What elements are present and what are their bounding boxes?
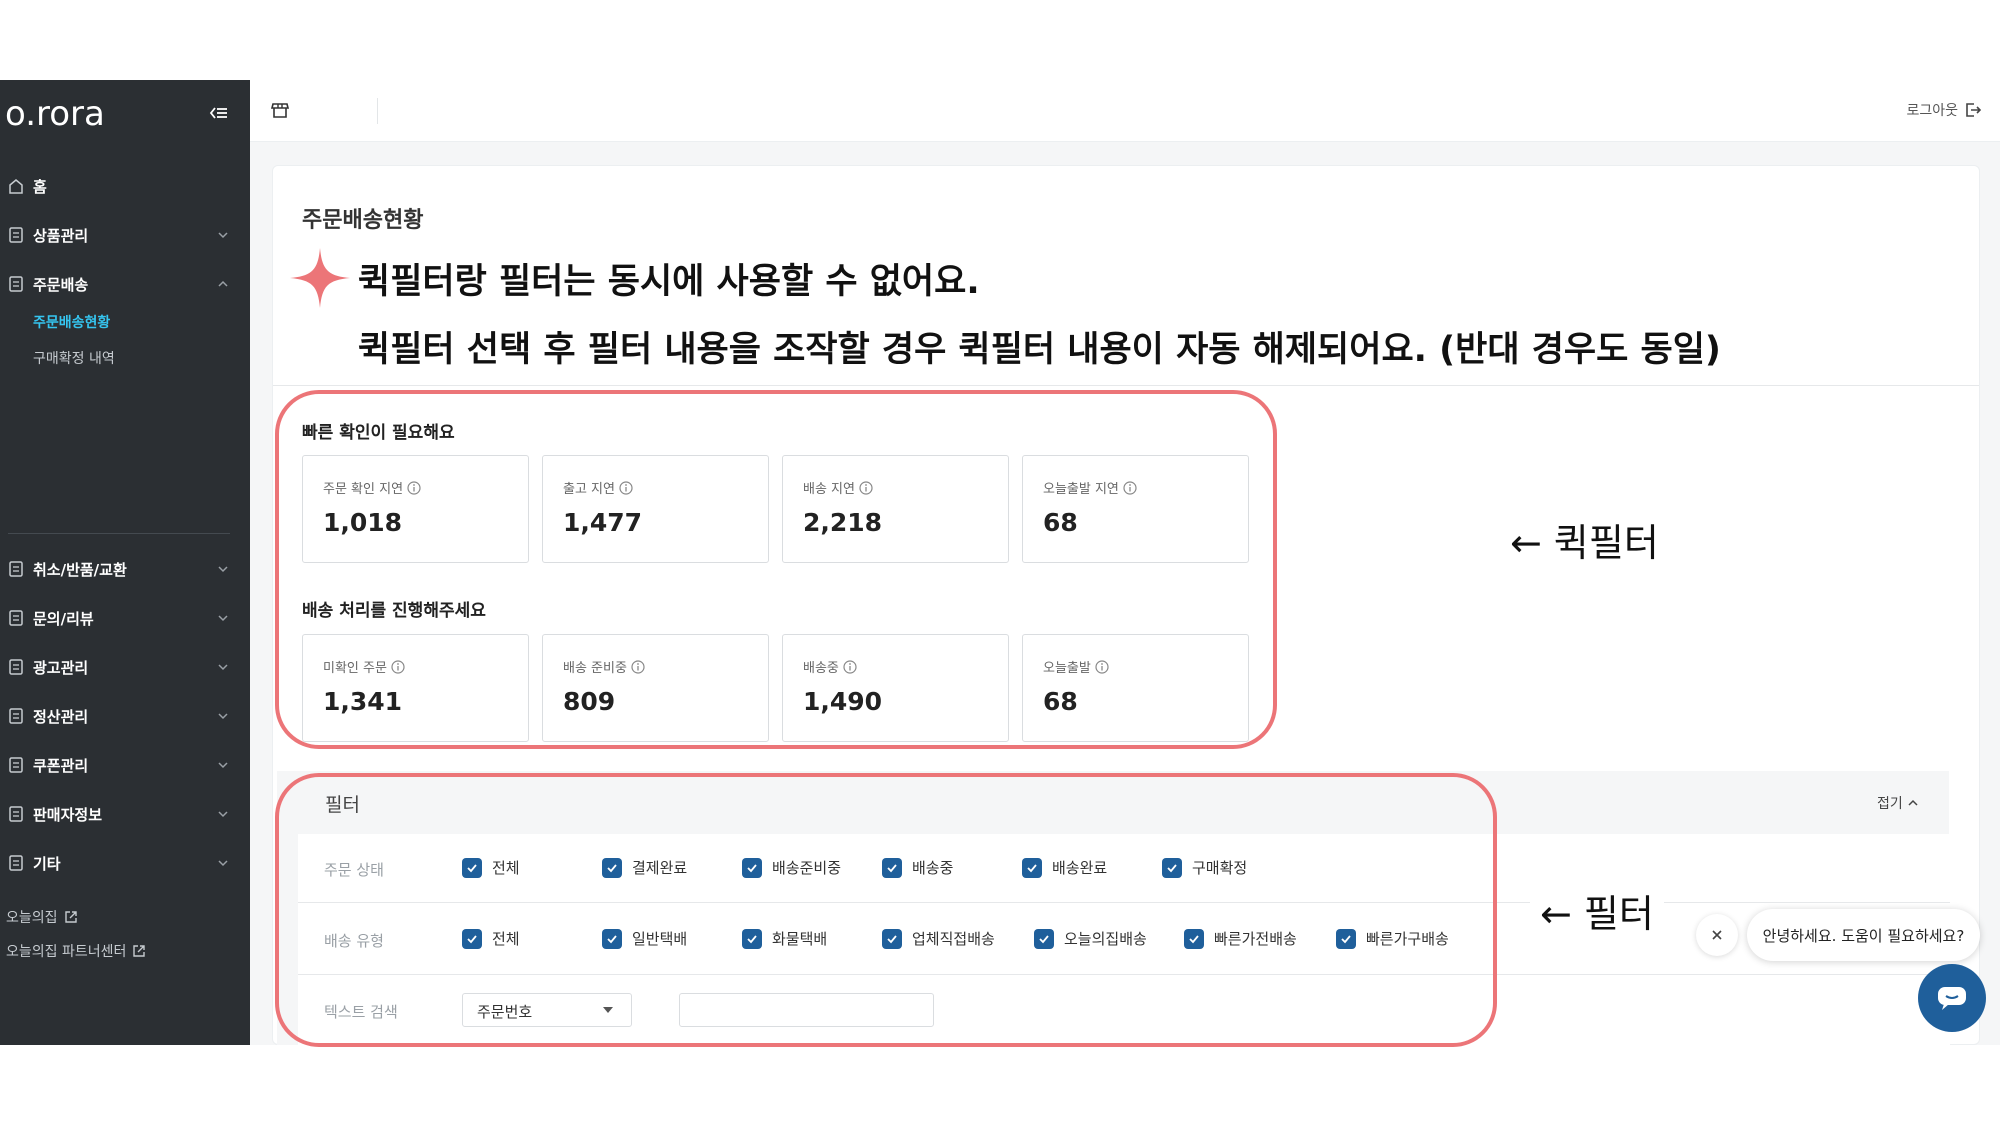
link-label: 오늘의집 (6, 910, 58, 926)
chevron-down-icon (218, 566, 228, 573)
chevron-down-icon (218, 860, 228, 867)
screen: o.rora 홈 상품관리 주문배송 주문배송현황 구매확정 내역 취소/반품/… (0, 0, 2000, 1125)
chat-icon (1938, 987, 1966, 1010)
notice-line-1: 퀵필터랑 필터는 동시에 사용할 수 없어요. (358, 262, 980, 302)
chat-greeting[interactable]: 안녕하세요. 도움이 필요하세요? (1747, 909, 1980, 961)
chat-close-button[interactable] (1696, 914, 1738, 956)
quick-filter-highlight (275, 390, 1277, 749)
sidebar-item-label: 기타 (33, 854, 61, 873)
chevron-down-icon (218, 762, 228, 769)
topbar-divider (377, 98, 378, 124)
logout-icon (1966, 103, 1982, 117)
sidebar-item-label: 판매자정보 (33, 805, 103, 824)
document-icon (9, 610, 23, 626)
sparkle-icon (290, 248, 350, 308)
chevron-down-icon (218, 713, 228, 720)
sidebar-item-etc[interactable]: 기타 (0, 846, 250, 880)
sidebar-subitem-purchase-confirmed[interactable]: 구매확정 내역 (33, 348, 115, 368)
sidebar: o.rora 홈 상품관리 주문배송 주문배송현황 구매확정 내역 취소/반품/… (0, 80, 250, 1045)
sidebar-item-label: 쿠폰관리 (33, 756, 89, 775)
chat-button[interactable] (1918, 964, 1986, 1032)
external-link-icon (64, 911, 77, 923)
chevron-up-icon (218, 280, 228, 287)
logo[interactable]: o.rora (5, 94, 105, 134)
fold-label: 접기 (1877, 796, 1903, 812)
document-icon (9, 757, 23, 773)
chevron-up-icon (1908, 799, 1918, 806)
document-icon (9, 561, 23, 577)
sidebar-item-orders[interactable]: 주문배송 (0, 267, 250, 301)
external-link-icon (133, 945, 146, 957)
sidebar-item-label: 정산관리 (33, 707, 89, 726)
sidebar-item-label: 취소/반품/교환 (33, 560, 127, 579)
chevron-down-icon (218, 664, 228, 671)
document-icon (9, 855, 23, 871)
sidebar-item-coupons[interactable]: 쿠폰관리 (0, 748, 250, 782)
chevron-down-icon (218, 615, 228, 622)
sidebar-item-label: 홈 (33, 177, 47, 196)
sidebar-item-inquiry-review[interactable]: 문의/리뷰 (0, 601, 250, 635)
page-title: 주문배송현황 (302, 208, 424, 233)
document-icon (9, 806, 23, 822)
close-icon (1712, 930, 1722, 940)
chevron-down-icon (218, 232, 228, 239)
quick-filter-annotation: ← 퀵필터 (1500, 508, 1669, 571)
sidebar-item-cancel-return[interactable]: 취소/반품/교환 (0, 552, 250, 586)
logout-button[interactable]: 로그아웃 (1906, 100, 1982, 120)
document-icon (9, 708, 23, 724)
logout-label: 로그아웃 (1906, 103, 1958, 119)
sidebar-subitem-order-status[interactable]: 주문배송현황 (33, 312, 110, 332)
sidebar-divider (8, 533, 230, 534)
fold-button[interactable]: 접기 (1877, 793, 1919, 813)
sidebar-item-home[interactable]: 홈 (0, 169, 250, 203)
collapse-sidebar-icon[interactable] (208, 102, 230, 124)
section-divider (273, 385, 1979, 386)
filter-annotation: ← 필터 (1530, 879, 1664, 942)
notice-line-2: 퀵필터 선택 후 필터 내용을 조작할 경우 퀵필터 내용이 자동 해제되어요.… (358, 330, 1721, 370)
document-icon (9, 276, 23, 292)
sidebar-item-settlement[interactable]: 정산관리 (0, 699, 250, 733)
sidebar-item-label: 광고관리 (33, 658, 89, 677)
store-icon[interactable] (270, 100, 290, 120)
top-bar: 로그아웃 (250, 80, 2000, 142)
document-icon (9, 659, 23, 675)
filter-highlight (275, 773, 1497, 1047)
sidebar-item-label: 문의/리뷰 (33, 609, 94, 628)
sidebar-item-seller-info[interactable]: 판매자정보 (0, 797, 250, 831)
document-icon (9, 227, 23, 243)
link-ohouse[interactable]: 오늘의집 (6, 907, 78, 927)
link-label: 오늘의집 파트너센터 (6, 944, 127, 960)
sidebar-item-label: 주문배송 (33, 275, 89, 294)
link-partner-center[interactable]: 오늘의집 파트너센터 (6, 941, 146, 961)
sidebar-item-ads[interactable]: 광고관리 (0, 650, 250, 684)
home-icon (9, 179, 23, 194)
sidebar-item-products[interactable]: 상품관리 (0, 218, 250, 252)
chevron-down-icon (218, 811, 228, 818)
sidebar-item-label: 상품관리 (33, 226, 89, 245)
